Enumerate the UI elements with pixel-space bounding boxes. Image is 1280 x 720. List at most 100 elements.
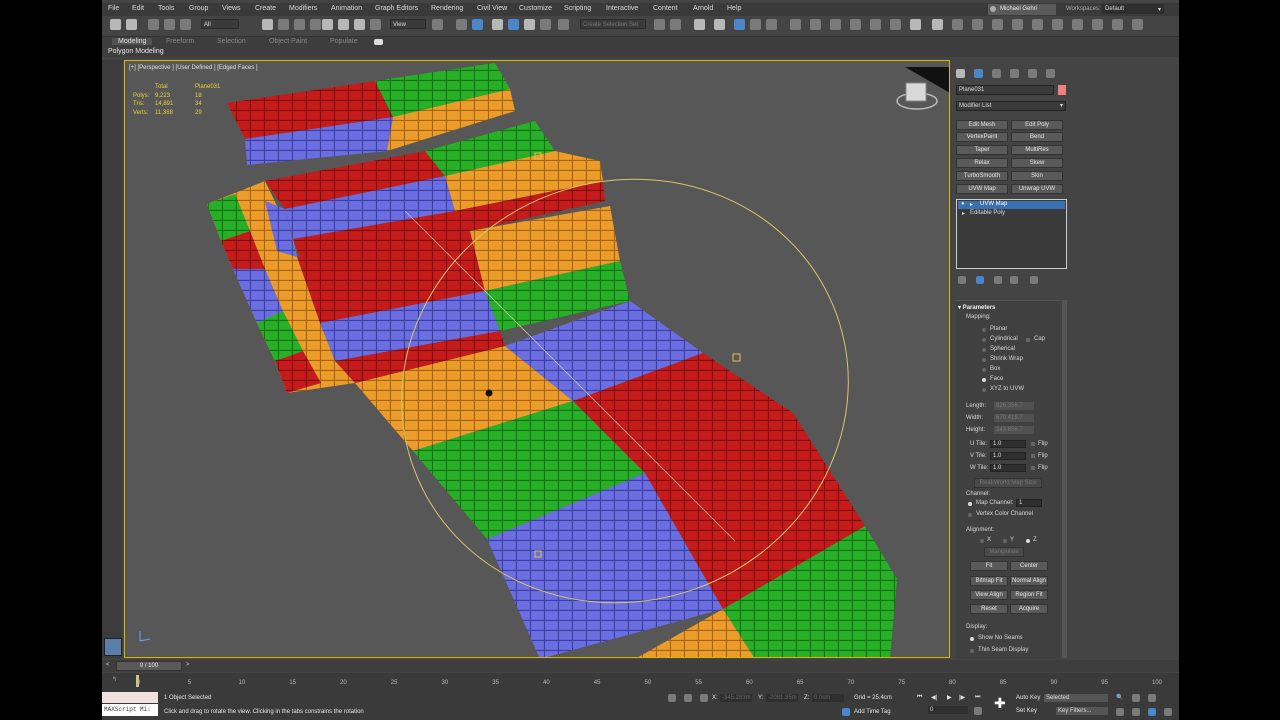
real-world-map-size-checkbox[interactable]: Real-World Map Size <box>974 478 1042 488</box>
key-filters-button[interactable]: Key Filters... <box>1056 707 1108 715</box>
next-key-icon[interactable]: |▶ <box>959 694 965 701</box>
select-move-icon[interactable] <box>322 19 333 30</box>
toggle-scene-explorer-icon[interactable] <box>694 19 705 30</box>
menu-edit[interactable]: Edit <box>132 5 144 12</box>
menu-content[interactable]: Content <box>653 5 678 12</box>
gizmo-handle-right[interactable] <box>732 353 741 362</box>
show-end-result-icon[interactable] <box>976 276 984 284</box>
bend-button[interactable]: Bend <box>1011 132 1063 142</box>
spinner-snap-icon[interactable] <box>540 19 551 30</box>
skew-button[interactable]: Skew <box>1011 158 1063 168</box>
turbosmooth-button[interactable]: TurboSmooth <box>956 171 1008 181</box>
quick-render-icon[interactable] <box>972 19 983 30</box>
tab-object-paint[interactable]: Object Paint <box>269 38 307 45</box>
length-field[interactable]: 826.356.7 <box>994 402 1034 410</box>
bitmap-fit-button[interactable]: Bitmap Fit <box>970 576 1008 586</box>
skin-button[interactable]: Skin <box>1011 171 1063 181</box>
previous-key-icon[interactable]: ◀| <box>931 694 937 701</box>
map-channel-field[interactable]: 1 <box>1016 499 1042 507</box>
menu-interactive[interactable]: Interactive <box>606 5 638 12</box>
tab-populate[interactable]: Populate <box>330 38 358 45</box>
zoom-icon[interactable]: 🔍 <box>1116 694 1123 701</box>
light-icon[interactable] <box>1012 19 1023 30</box>
select-by-name-icon[interactable] <box>278 19 289 30</box>
utilities-tab-icon[interactable] <box>1046 69 1055 78</box>
uvw-map-button[interactable]: UVW Map <box>956 184 1008 194</box>
toggle-ribbon-icon[interactable] <box>734 19 745 30</box>
maxscript-listener-top[interactable] <box>102 692 158 703</box>
isolate-selection-icon[interactable] <box>668 694 676 702</box>
snaps-toggle-icon[interactable] <box>492 19 503 30</box>
map-channel-radio[interactable] <box>968 502 972 506</box>
render-iterative-icon[interactable] <box>870 19 881 30</box>
bind-spacewarp-icon[interactable] <box>180 19 191 30</box>
percent-snap-icon[interactable] <box>524 19 535 30</box>
default-in-out-tangents-icon[interactable]: ✚ <box>994 696 1006 710</box>
manipulate-icon[interactable] <box>456 19 467 30</box>
absolute-mode-icon[interactable] <box>700 694 708 702</box>
tab-selection[interactable]: Selection <box>217 38 246 45</box>
previous-frame-icon[interactable]: < <box>106 662 110 668</box>
mapping-shrink-wrap-radio[interactable] <box>982 358 986 362</box>
edit-poly-button[interactable]: Edit Poly <box>1011 120 1063 130</box>
menu-arnold[interactable]: Arnold <box>693 5 713 12</box>
w-flip-checkbox[interactable] <box>1031 466 1035 470</box>
zoom-extents-icon[interactable] <box>1148 694 1156 702</box>
track-bar[interactable]: ↰ 0 5 10 15 20 25 30 35 40 45 50 55 60 65 70 75 80 85 90 95… <box>102 673 1179 690</box>
go-to-start-icon[interactable]: ⏮ <box>917 694 922 701</box>
viewport-label[interactable]: [+] [Perspective ] [User Defined ] [Edge… <box>129 65 258 71</box>
reference-coordinate-dropdown[interactable]: View <box>390 19 426 29</box>
vertexpaint-button[interactable]: VertexPaint <box>956 132 1008 142</box>
v-flip-checkbox[interactable] <box>1031 454 1035 458</box>
hierarchy-tab-icon[interactable] <box>992 69 1001 78</box>
keyboard-shortcut-icon[interactable] <box>472 19 483 30</box>
thin-seam-display-radio[interactable] <box>970 649 974 653</box>
edit-mesh-button[interactable]: Edit Mesh <box>956 120 1008 130</box>
render-production-icon[interactable] <box>850 19 861 30</box>
modify-tab-icon[interactable] <box>974 69 983 78</box>
render-setup-icon[interactable] <box>810 19 821 30</box>
show-no-seams-radio[interactable] <box>970 637 974 641</box>
perspective-viewport[interactable]: [+] [Perspective ] [User Defined ] [Edge… <box>124 60 950 658</box>
viewport-layout-icon[interactable] <box>104 638 122 656</box>
viewcube-icon[interactable] <box>905 82 927 102</box>
stack-item-editable-poly[interactable]: ▸ Editable Poly <box>958 210 1065 218</box>
schematic-view-icon[interactable] <box>766 19 777 30</box>
render-in-cloud-icon[interactable] <box>910 19 921 30</box>
v-tile-field[interactable]: 1.0 <box>990 452 1026 460</box>
acquire-button[interactable]: Acquire <box>1010 604 1048 614</box>
vertex-color-channel-radio[interactable] <box>968 513 972 517</box>
key-selection-dropdown[interactable]: Selected <box>1044 694 1108 702</box>
play-icon[interactable]: ▶ <box>947 694 952 701</box>
pivot-center-icon[interactable] <box>432 19 443 30</box>
active-shade-icon[interactable] <box>890 19 901 30</box>
menu-help[interactable]: Help <box>727 5 741 12</box>
undo-icon[interactable] <box>110 19 121 30</box>
maximize-viewport-icon[interactable] <box>1164 708 1172 716</box>
mapping-spherical-radio[interactable] <box>982 348 986 352</box>
named-selection-set-dropdown[interactable]: Create Selection Set <box>580 19 646 29</box>
arnold-tool-icon[interactable] <box>1132 19 1143 30</box>
unlink-icon[interactable] <box>164 19 175 30</box>
user-account[interactable]: Michael Gehri <box>988 4 1056 15</box>
scene-converter-icon[interactable] <box>1052 19 1063 30</box>
arnold-render-icon[interactable] <box>1072 19 1083 30</box>
reset-button[interactable]: Reset <box>970 604 1008 614</box>
select-object-icon[interactable] <box>262 19 273 30</box>
orbit-icon[interactable] <box>1148 708 1156 716</box>
redo-icon[interactable] <box>126 19 137 30</box>
relax-button[interactable]: Relax <box>956 158 1008 168</box>
mapping-box-radio[interactable] <box>982 368 986 372</box>
u-flip-checkbox[interactable] <box>1031 442 1035 446</box>
pin-stack-icon[interactable] <box>958 276 966 284</box>
menu-customize[interactable]: Customize <box>519 5 552 12</box>
menu-rendering[interactable]: Rendering <box>431 5 463 12</box>
link-icon[interactable] <box>148 19 159 30</box>
next-frame-icon[interactable]: > <box>186 662 190 668</box>
rendered-frame-window-icon[interactable] <box>830 19 841 30</box>
x-coord-field[interactable]: -345.283m <box>720 694 752 702</box>
u-tile-field[interactable]: 1.0 <box>990 440 1026 448</box>
normal-align-button[interactable]: Normal Align <box>1010 576 1048 586</box>
material-editor-icon[interactable] <box>790 19 801 30</box>
window-crossing-icon[interactable] <box>310 19 321 30</box>
